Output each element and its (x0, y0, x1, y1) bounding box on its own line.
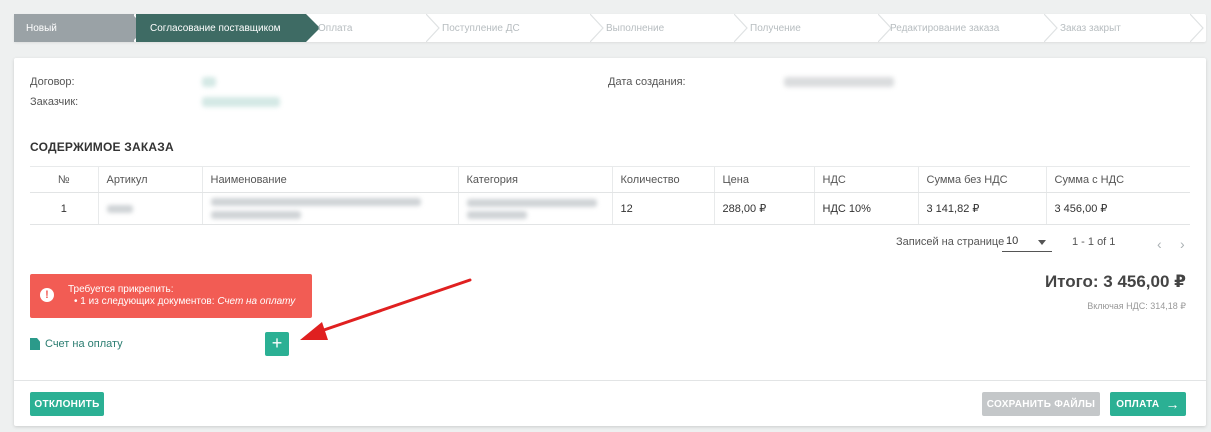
required-documents-alert: ! Требуется прикрепить: • 1 из следующих… (30, 274, 312, 318)
rows-per-page-label: Записей на странице (896, 236, 1005, 248)
column-header: Цена (714, 166, 815, 193)
column-header: Артикул (98, 166, 203, 193)
order-total: Итого: 3 456,00 ₽ (1044, 272, 1186, 291)
table-row: 1 12 288,00 ₽ НДС 10% 3 141,82 ₽ 3 456,0… (30, 192, 1190, 225)
step-separator-icon (734, 14, 748, 42)
cell-name-redacted (202, 192, 459, 225)
step-separator-icon (1044, 14, 1058, 42)
order-items-table: № Артикул Наименование Категория Количес… (30, 166, 1190, 225)
exclamation-icon: ! (40, 288, 54, 302)
step-label: Редактирование заказа (890, 22, 1000, 34)
customer-value-redacted[interactable] (202, 97, 280, 107)
column-header: № (30, 166, 99, 193)
step-new[interactable]: Новый (14, 14, 134, 42)
footer-divider (14, 380, 1206, 381)
rows-per-page-select[interactable]: 10 (1002, 234, 1052, 252)
next-page-icon[interactable]: › (1180, 236, 1185, 252)
arrow-right-icon: → (1165, 396, 1180, 412)
cell-sum-with-vat: 3 456,00 ₽ (1046, 192, 1190, 225)
created-date-value-redacted (784, 77, 894, 87)
cell-vat: НДС 10% (814, 192, 919, 225)
contract-label: Договор: (30, 76, 75, 88)
cell-category-redacted (458, 192, 613, 225)
customer-label: Заказчик: (30, 96, 79, 108)
save-files-button[interactable]: СОХРАНИТЬ ФАЙЛЫ (982, 392, 1100, 416)
column-header: НДС (814, 166, 919, 193)
prev-page-icon[interactable]: ‹ (1157, 236, 1162, 252)
created-date-label: Дата создания: (608, 76, 686, 88)
order-contents-title: СОДЕРЖИМОЕ ЗАКАЗА (30, 140, 174, 154)
invoice-document-link[interactable]: Счет на оплату (30, 338, 123, 350)
column-header: Сумма с НДС (1046, 166, 1190, 193)
column-header: Количество (612, 166, 715, 193)
step-label: Новый (26, 22, 57, 34)
contract-value-redacted[interactable] (202, 77, 216, 87)
step-separator-icon (590, 14, 604, 42)
file-icon (30, 338, 40, 350)
cell-sum-no-vat: 3 141,82 ₽ (918, 192, 1047, 225)
column-header: Категория (458, 166, 613, 193)
step-order-closed[interactable]: Заказ закрыт (1060, 14, 1121, 42)
alert-line: • 1 из следующих документов: Счет на опл… (74, 296, 296, 307)
pagination-range: 1 - 1 of 1 (1072, 236, 1116, 248)
chevron-down-icon (1038, 240, 1046, 245)
cell-article-redacted (98, 192, 203, 225)
order-status-stepper: Новый Согласование поставщиком Оплата По… (14, 14, 1206, 42)
column-header: Сумма без НДС (918, 166, 1047, 193)
step-label: Получение (750, 22, 801, 34)
step-label: Оплата (318, 22, 353, 34)
step-separator-icon (426, 14, 440, 42)
alert-doc-name: Счет на оплату (217, 296, 296, 307)
step-payment[interactable]: Оплата (318, 14, 352, 42)
step-funds-receipt[interactable]: Поступление ДС (442, 14, 520, 42)
step-execution[interactable]: Выполнение (606, 14, 664, 42)
step-label: Поступление ДС (442, 22, 520, 34)
cell-number: 1 (30, 192, 99, 225)
column-header: Наименование (202, 166, 459, 193)
pay-button[interactable]: ОПЛАТА → (1110, 392, 1186, 416)
table-header-row: № Артикул Наименование Категория Количес… (30, 166, 1190, 193)
vat-included-note: Включая НДС: 314,18 ₽ (1087, 301, 1186, 311)
add-document-button[interactable]: + (265, 332, 289, 356)
step-end-icon (1190, 14, 1204, 42)
step-supplier-approval[interactable]: Согласование поставщиком (136, 14, 306, 42)
reject-button[interactable]: ОТКЛОНИТЬ (30, 392, 104, 416)
cell-quantity: 12 (612, 192, 715, 225)
step-order-editing[interactable]: Редактирование заказа (890, 14, 999, 42)
step-label: Заказ закрыт (1060, 22, 1121, 34)
alert-line-prefix: 1 из следующих документов: (80, 296, 215, 307)
step-receiving[interactable]: Получение (750, 14, 801, 42)
cell-price: 288,00 ₽ (714, 192, 815, 225)
invoice-document-label: Счет на оплату (45, 338, 123, 350)
rows-per-page-value: 10 (1006, 235, 1019, 247)
alert-title: Требуется прикрепить: (68, 284, 174, 295)
step-label: Выполнение (606, 22, 665, 34)
pay-button-label: ОПЛАТА (1116, 398, 1160, 410)
step-label: Согласование поставщиком (150, 22, 281, 34)
order-card: Договор: Заказчик: Дата создания: СОДЕРЖ… (14, 58, 1206, 426)
